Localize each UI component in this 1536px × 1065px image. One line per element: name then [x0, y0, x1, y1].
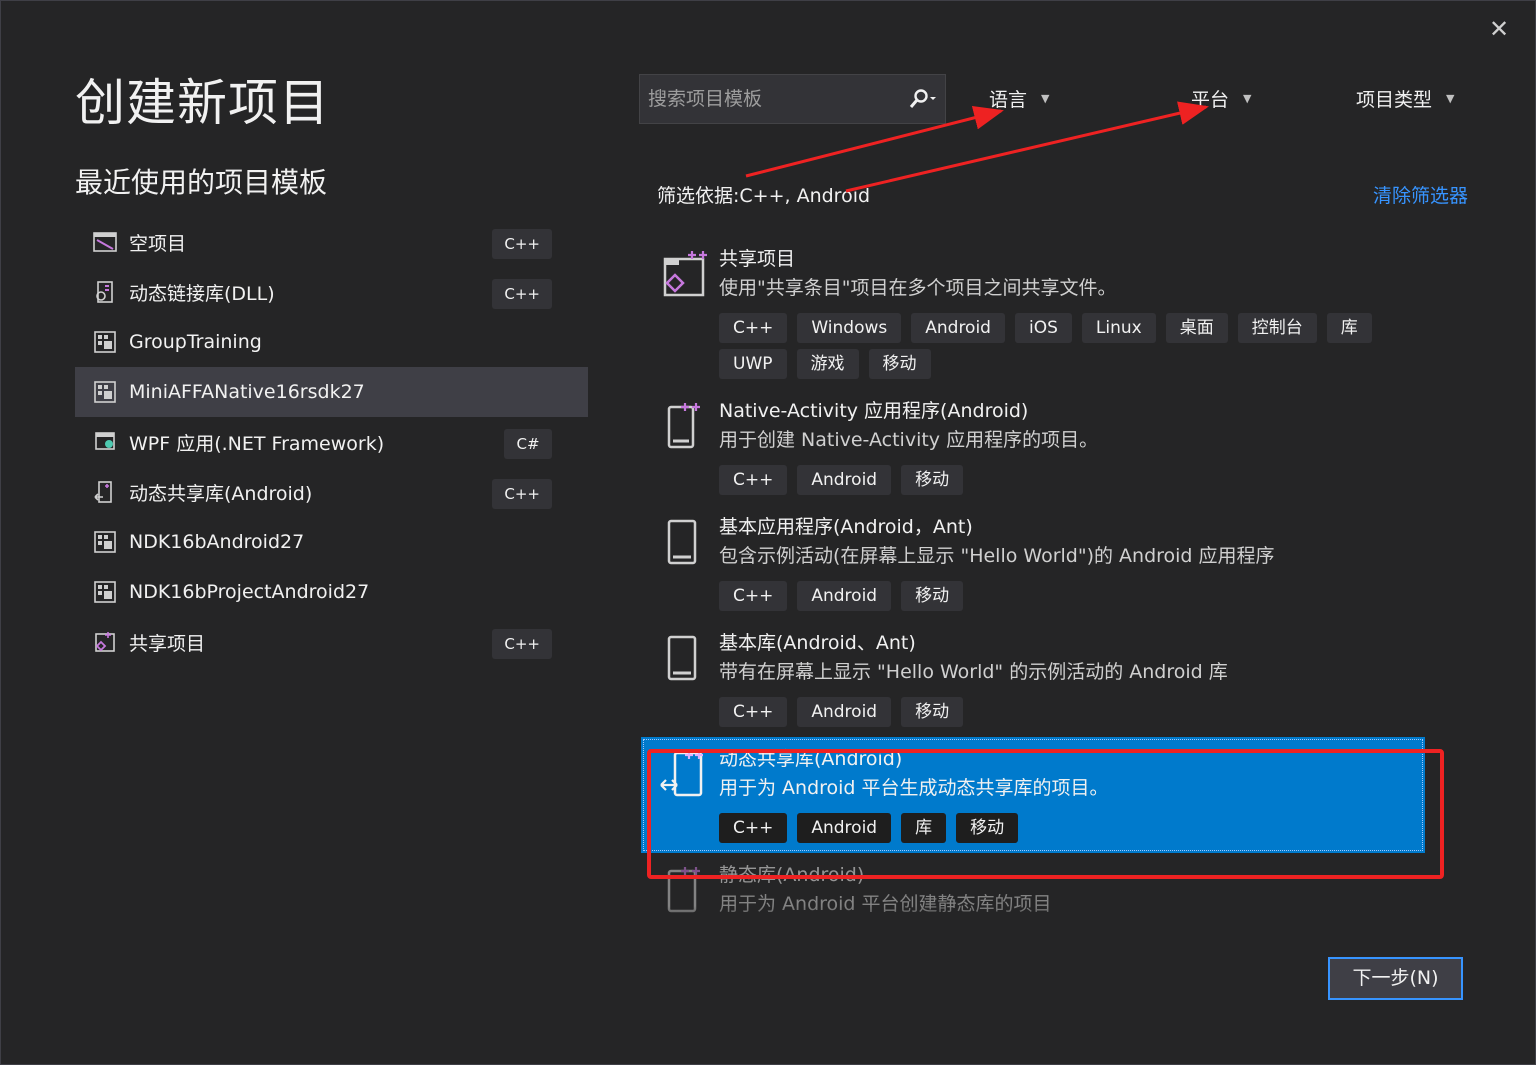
tag: 移动 — [901, 581, 964, 611]
search-button[interactable] — [901, 75, 945, 123]
platform-filter-dropdown[interactable]: 平台 ▼ — [1191, 85, 1251, 112]
tag: Linux — [1081, 313, 1156, 343]
template-name: 基本应用程序(Android，Ant) — [719, 516, 973, 538]
language-badge: C++ — [492, 479, 552, 509]
template-description: 使用"共享条目"项目在多个项目之间共享文件。 — [719, 277, 1117, 299]
language-badge: C++ — [492, 629, 552, 659]
search-icon — [909, 89, 936, 108]
project-type-filter-dropdown[interactable]: 项目类型 ▼ — [1356, 85, 1454, 112]
template-tags: C++ Android 移动 — [719, 465, 1399, 495]
template-description: 用于创建 Native-Activity 应用程序的项目。 — [719, 429, 1099, 451]
recent-item-miniaffa[interactable]: MiniAFFANative16rsdk27 — [75, 367, 588, 417]
empty-project-icon — [93, 232, 117, 252]
tag: 移动 — [868, 349, 931, 379]
recent-item-shared-project[interactable]: 共享项目 C++ — [75, 617, 588, 667]
tag: C++ — [719, 581, 788, 611]
create-project-dialog: ✕ 创建新项目 最近使用的项目模板 空项目 C++ 动态链接库(DLL) C++ — [0, 0, 1536, 1065]
platform-filter-label: 平台 — [1191, 89, 1230, 111]
template-shared-project[interactable]: 共享项目 使用"共享条目"项目在多个项目之间共享文件。 C++ Windows … — [641, 237, 1425, 389]
tag: UWP — [719, 349, 787, 379]
recent-item-group-training[interactable]: GroupTraining — [75, 317, 588, 367]
next-button[interactable]: 下一步(N) — [1328, 957, 1463, 1000]
recent-item-wpf[interactable]: WPF 应用(.NET Framework) C# — [75, 417, 588, 467]
custom-template-icon — [94, 331, 116, 353]
tag: 移动 — [901, 697, 964, 727]
dll-icon — [96, 281, 113, 303]
phone-icon — [667, 635, 697, 681]
recent-item-label: 共享项目 — [129, 632, 206, 655]
language-filter-dropdown[interactable]: 语言 ▼ — [989, 85, 1049, 112]
template-description: 带有在屏幕上显示 "Hello World" 的示例活动的 Android 库 — [719, 661, 1228, 683]
project-type-filter-label: 项目类型 — [1356, 89, 1433, 111]
shared-project-icon — [663, 251, 707, 297]
page-title: 创建新项目 — [75, 74, 330, 132]
recent-templates-heading: 最近使用的项目模板 — [75, 166, 328, 199]
annotation-highlight-box — [647, 749, 1444, 879]
tag: 控制台 — [1237, 313, 1317, 343]
tag: Windows — [797, 313, 902, 343]
recent-item-ndk16b-project[interactable]: NDK16bProjectAndroid27 — [75, 567, 588, 617]
template-name: 共享项目 — [719, 248, 796, 270]
language-badge: C++ — [492, 229, 552, 259]
phone-icon — [667, 519, 697, 565]
template-tags: C++ Windows Android iOS Linux 桌面 控制台 库 U… — [719, 313, 1399, 379]
recent-item-ndk16b[interactable]: NDK16bAndroid27 — [75, 517, 588, 567]
recent-item-label: 空项目 — [129, 232, 187, 255]
recent-item-label: NDK16bAndroid27 — [129, 531, 305, 553]
chevron-down-icon: ▼ — [1041, 92, 1050, 105]
tag: 库 — [1326, 313, 1372, 343]
chevron-down-icon: ▼ — [1446, 92, 1455, 105]
tag: 桌面 — [1165, 313, 1228, 343]
custom-template-icon — [94, 531, 116, 553]
template-basic-library[interactable]: 基本库(Android、Ant) 带有在屏幕上显示 "Hello World" … — [641, 621, 1425, 737]
tag: Android — [797, 697, 892, 727]
shared-project-icon — [95, 632, 115, 652]
active-filters-text: 筛选依据:C++, Android — [657, 185, 871, 207]
language-badge: C++ — [492, 279, 552, 309]
search-box — [639, 74, 946, 124]
recent-templates-list: 空项目 C++ 动态链接库(DLL) C++ GroupTraining Min… — [75, 217, 588, 667]
tag: 移动 — [901, 465, 964, 495]
template-basic-application[interactable]: 基本应用程序(Android，Ant) 包含示例活动(在屏幕上显示 "Hello… — [641, 505, 1425, 621]
native-activity-icon — [667, 403, 700, 449]
close-icon[interactable]: ✕ — [1485, 15, 1513, 43]
list-fade-overlay — [641, 906, 1425, 936]
language-badge: C# — [504, 429, 552, 459]
template-description: 包含示例活动(在屏幕上显示 "Hello World")的 Android 应用… — [719, 545, 1275, 567]
recent-item-label: NDK16bProjectAndroid27 — [129, 581, 370, 603]
tag: C++ — [719, 313, 788, 343]
template-name: 基本库(Android、Ant) — [719, 632, 916, 654]
tag: Android — [911, 313, 1005, 343]
recent-item-label: MiniAFFANative16rsdk27 — [129, 381, 365, 403]
wpf-icon — [95, 432, 115, 450]
custom-template-icon — [94, 381, 116, 403]
custom-template-icon — [94, 581, 116, 603]
template-name: Native-Activity 应用程序(Android) — [719, 400, 1029, 422]
template-tags: C++ Android 移动 — [719, 697, 1399, 727]
recent-item-empty-project[interactable]: 空项目 C++ — [75, 217, 588, 267]
tag: Android — [797, 465, 892, 495]
template-tags: C++ Android 移动 — [719, 581, 1399, 611]
chevron-down-icon: ▼ — [1243, 92, 1252, 105]
android-lib-icon — [94, 481, 112, 503]
recent-item-android-shared-lib[interactable]: 动态共享库(Android) C++ — [75, 467, 588, 517]
recent-item-label: 动态链接库(DLL) — [129, 282, 275, 305]
tag: C++ — [719, 697, 788, 727]
tag: C++ — [719, 465, 788, 495]
recent-item-label: 动态共享库(Android) — [129, 482, 313, 505]
tag: 游戏 — [796, 349, 859, 379]
recent-item-dll[interactable]: 动态链接库(DLL) C++ — [75, 267, 588, 317]
recent-item-label: WPF 应用(.NET Framework) — [129, 432, 385, 455]
recent-item-label: GroupTraining — [129, 331, 262, 353]
template-native-activity[interactable]: Native-Activity 应用程序(Android) 用于创建 Nativ… — [641, 389, 1425, 505]
search-input[interactable] — [640, 75, 901, 123]
tag: iOS — [1014, 313, 1072, 343]
clear-filters-link[interactable]: 清除筛选器 — [1373, 181, 1468, 208]
language-filter-label: 语言 — [989, 89, 1028, 111]
tag: Android — [797, 581, 892, 611]
